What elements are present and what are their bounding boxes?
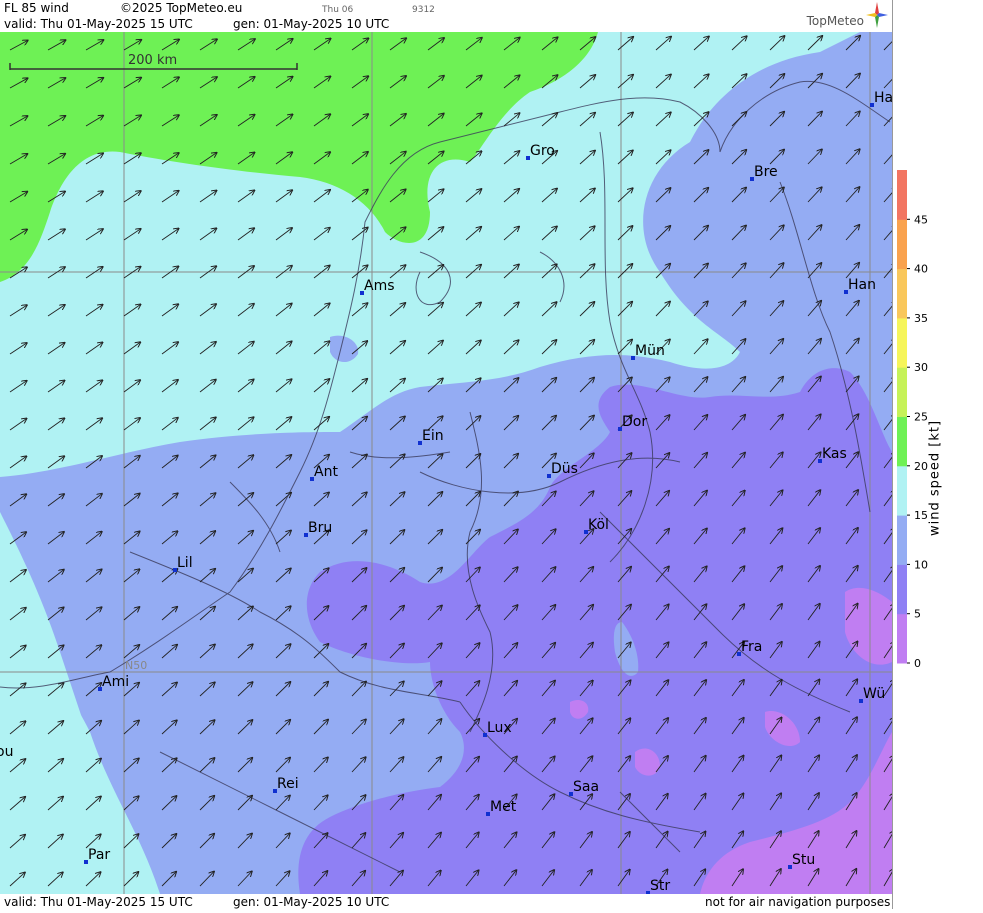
thu-label: Thu 06	[322, 5, 354, 15]
city-label: Rei	[277, 776, 299, 792]
wind-map[interactable]: 200 km N50 Ha Gro Bre Ams Han Mün Ein Dor Ant Düs…	[0, 32, 892, 894]
city-label: Dor	[622, 414, 647, 430]
footer-generated-time: gen: 01-May-2025 10 UTC	[233, 895, 390, 909]
city-label: Ami	[102, 674, 129, 690]
city-label: Han	[848, 277, 876, 293]
footer-valid-time: valid: Thu 01-May-2025 15 UTC	[4, 895, 193, 909]
legend-color-band	[897, 367, 907, 417]
legend-color-band	[897, 170, 907, 220]
legend-tick-label: 35	[914, 312, 928, 325]
legend-tick-label: 20	[914, 460, 928, 473]
brand-logo-text: TopMeteo	[806, 14, 864, 28]
city-label: Wü	[863, 686, 885, 702]
legend-tick-label: 45	[914, 213, 928, 226]
city-label: Saa	[573, 779, 599, 795]
legend-color-band	[897, 564, 907, 615]
legend-color-band	[897, 317, 907, 368]
legend-tick-label: 25	[914, 411, 928, 424]
city-label: Str	[650, 878, 670, 894]
legend-title: wind speed [kt]	[927, 419, 943, 537]
valid-time: valid: Thu 01-May-2025 15 UTC	[4, 17, 193, 31]
copyright-text: ©2025 TopMeteo.eu	[120, 1, 243, 15]
legend-color-band	[897, 268, 907, 319]
city-label: Stu	[792, 852, 815, 868]
city-label: Mün	[635, 343, 665, 359]
legend-color-band	[897, 613, 907, 664]
compass-logo-icon	[866, 2, 888, 28]
scale-label: 200 km	[128, 53, 177, 68]
city-label: Fra	[741, 639, 762, 655]
code-label: 9312	[412, 5, 435, 15]
city-label: Düs	[551, 461, 578, 477]
city-label: Bre	[754, 164, 778, 180]
city-label: Lux	[487, 720, 512, 736]
city-label: Kas	[822, 446, 847, 462]
generated-time: gen: 01-May-2025 10 UTC	[233, 17, 390, 31]
city-label: Ams	[364, 278, 395, 294]
city-label: Ant	[314, 464, 338, 480]
city-label: Ha	[874, 90, 892, 106]
city-label: Ein	[422, 428, 444, 444]
footer-bar: valid: Thu 01-May-2025 15 UTC gen: 01-Ma…	[0, 894, 892, 909]
legend-tick-label: 5	[914, 608, 921, 621]
legend-tick-label: 30	[914, 361, 928, 374]
latitude-label: N50	[125, 659, 147, 672]
header-bar: FL 85 wind ©2025 TopMeteo.eu Thu 06 9312…	[0, 0, 892, 32]
legend-tick-label: 10	[914, 558, 928, 571]
city-label: Par	[88, 847, 110, 863]
legend-tick-label: 15	[914, 509, 928, 522]
legend-tick-label: 40	[914, 263, 928, 276]
city-label: Met	[490, 799, 517, 815]
city-label: Bru	[308, 520, 332, 536]
product-title: FL 85 wind	[4, 1, 69, 15]
legend-tick-label: 0	[914, 657, 921, 670]
city-label: Gro	[530, 143, 555, 159]
legend-color-band	[897, 219, 907, 270]
city-label: Lil	[177, 555, 193, 571]
disclaimer-text: not for air navigation purposes	[705, 895, 891, 909]
city-label: Köl	[588, 517, 609, 533]
city-label: ou	[0, 744, 13, 760]
legend-color-band	[897, 515, 907, 565]
legend-color-band	[897, 416, 907, 467]
legend-color-band	[897, 465, 907, 516]
